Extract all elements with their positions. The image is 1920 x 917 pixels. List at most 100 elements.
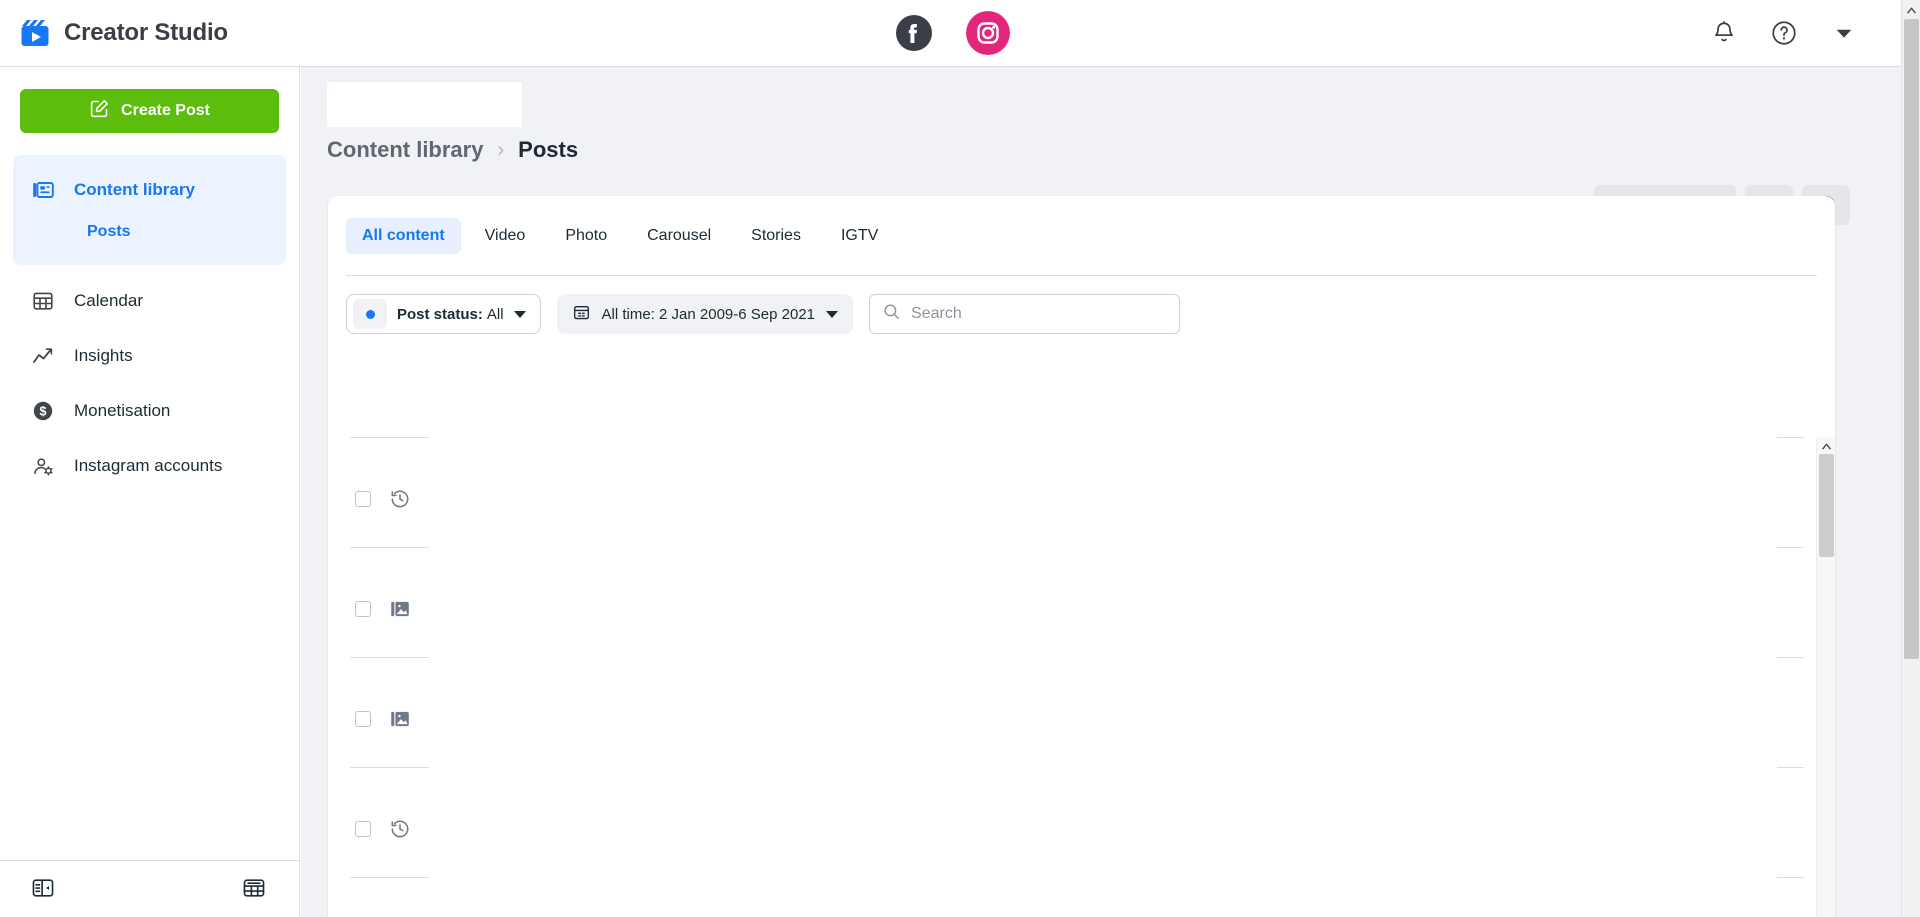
- table-row[interactable]: [328, 657, 1835, 767]
- network-switcher: [0, 11, 1901, 55]
- breadcrumb: Content library › Posts: [327, 137, 578, 163]
- sidebar-nav: Content library Posts Calendar Insights …: [0, 155, 299, 493]
- clock-history-icon: [389, 488, 411, 510]
- row-checkbox[interactable]: [355, 711, 371, 727]
- row-controls: [355, 708, 411, 730]
- row-checkbox[interactable]: [355, 491, 371, 507]
- app-header: Creator Studio: [0, 0, 1901, 67]
- placeholder-block: [327, 82, 522, 127]
- row-divider-left: [350, 657, 429, 658]
- sidebar: Create Post Content library Posts Calend…: [0, 67, 300, 917]
- sidebar-item-label: Instagram accounts: [74, 455, 223, 475]
- tab-all-content[interactable]: All content: [346, 218, 461, 254]
- table-row[interactable]: [328, 437, 1835, 547]
- post-status-filter[interactable]: Post status: All: [346, 294, 541, 334]
- table-row[interactable]: [328, 547, 1835, 657]
- sidebar-flat-items: Calendar Insights $ Monetisation Instagr…: [0, 273, 299, 493]
- tab-stories[interactable]: Stories: [735, 218, 817, 254]
- caret-down-icon: [826, 310, 839, 318]
- row-controls: [355, 488, 411, 510]
- collapse-sidebar-icon[interactable]: [30, 875, 58, 903]
- table-grid-icon[interactable]: [241, 875, 269, 903]
- caret-down-icon: [513, 310, 526, 318]
- create-post-button[interactable]: Create Post: [20, 89, 279, 133]
- sidebar-item-label: Calendar: [74, 290, 143, 310]
- tab-label: All content: [362, 227, 445, 244]
- table-row[interactable]: [328, 877, 1835, 917]
- row-divider-left: [350, 767, 429, 768]
- sidebar-group-content-library: Content library Posts: [13, 155, 286, 265]
- dollar-coin-icon: $: [31, 399, 55, 423]
- instagram-icon[interactable]: [965, 11, 1010, 55]
- create-post-label: Create Post: [121, 102, 210, 119]
- photo-stack-icon: [389, 708, 411, 730]
- search-input[interactable]: [911, 305, 1168, 323]
- sidebar-item-posts[interactable]: Posts: [13, 213, 286, 251]
- facebook-icon[interactable]: [892, 11, 936, 55]
- post-status-label: Post status:: [397, 305, 483, 323]
- tab-label: Carousel: [647, 227, 712, 244]
- sidebar-item-instagram-accounts[interactable]: Instagram accounts: [0, 438, 299, 493]
- clock-history-icon: [389, 818, 411, 840]
- clapperboard-play-icon: [20, 18, 50, 48]
- sidebar-item-content-library[interactable]: Content library: [13, 167, 286, 213]
- bell-icon[interactable]: [1709, 18, 1739, 48]
- sidebar-item-calendar[interactable]: Calendar: [0, 273, 299, 328]
- tab-video[interactable]: Video: [469, 218, 542, 254]
- filter-bar: Post status: All All time: 2 Jan 2009-6 …: [328, 276, 1835, 334]
- sidebar-item-label: Content library: [74, 180, 195, 199]
- page-scrollbar-thumb[interactable]: [1904, 19, 1919, 659]
- row-divider-left: [350, 437, 429, 438]
- list-scrollbar[interactable]: [1816, 437, 1835, 917]
- header-actions: [1709, 18, 1901, 48]
- posts-list: [328, 437, 1835, 917]
- tab-label: IGTV: [840, 227, 879, 244]
- app-title: Creator Studio: [64, 19, 228, 46]
- date-range-value: All time: 2 Jan 2009-6 Sep 2021: [601, 305, 816, 323]
- sidebar-item-insights[interactable]: Insights: [0, 328, 299, 383]
- chevron-right-icon: ›: [497, 138, 505, 161]
- compose-square-icon: [89, 98, 110, 124]
- row-checkbox[interactable]: [355, 601, 371, 617]
- search-icon: [882, 302, 901, 326]
- tab-carousel[interactable]: Carousel: [631, 218, 727, 254]
- sidebar-footer: [0, 860, 299, 917]
- chevron-up-icon[interactable]: [1902, 0, 1920, 19]
- sidebar-subitem-label: Posts: [87, 223, 131, 240]
- tab-igtv[interactable]: IGTV: [825, 218, 894, 254]
- chevron-down-icon[interactable]: [1829, 18, 1859, 48]
- brand[interactable]: Creator Studio: [0, 18, 228, 48]
- row-divider-right: [1777, 767, 1804, 768]
- content-type-tabs: All content Video Photo Carousel Stories…: [328, 196, 1835, 254]
- row-divider-left: [350, 547, 429, 548]
- tab-label: Photo: [565, 227, 608, 244]
- sidebar-item-label: Monetisation: [74, 400, 171, 420]
- row-divider-right: [1777, 547, 1804, 548]
- row-controls: [355, 818, 411, 840]
- sidebar-item-label: Insights: [74, 345, 133, 365]
- table-row[interactable]: [328, 767, 1835, 877]
- photo-stack-icon: [389, 598, 411, 620]
- search-box[interactable]: [869, 294, 1181, 334]
- date-range-filter[interactable]: All time: 2 Jan 2009-6 Sep 2021: [556, 294, 854, 334]
- insights-chart-icon: [31, 344, 55, 368]
- row-divider-right: [1777, 877, 1804, 878]
- status-dot-icon: [353, 299, 387, 329]
- tab-label: Video: [484, 227, 526, 244]
- post-status-value: All: [486, 305, 504, 323]
- question-circle-icon[interactable]: [1769, 18, 1799, 48]
- main-content: Content library › Posts Export Data: [301, 67, 1901, 917]
- breadcrumb-current: Posts: [518, 137, 579, 162]
- sidebar-item-monetisation[interactable]: $ Monetisation: [0, 383, 299, 438]
- list-scrollbar-thumb[interactable]: [1819, 454, 1834, 557]
- chevron-up-icon[interactable]: [1817, 437, 1835, 454]
- tab-photo[interactable]: Photo: [549, 218, 623, 254]
- row-divider-right: [1777, 437, 1804, 438]
- breadcrumb-parent[interactable]: Content library: [327, 137, 483, 163]
- content-card: All content Video Photo Carousel Stories…: [328, 196, 1835, 917]
- tab-label: Stories: [751, 227, 801, 244]
- row-controls: [355, 598, 411, 620]
- page-scrollbar[interactable]: [1901, 0, 1920, 917]
- row-checkbox[interactable]: [355, 821, 371, 837]
- svg-text:$: $: [40, 404, 47, 418]
